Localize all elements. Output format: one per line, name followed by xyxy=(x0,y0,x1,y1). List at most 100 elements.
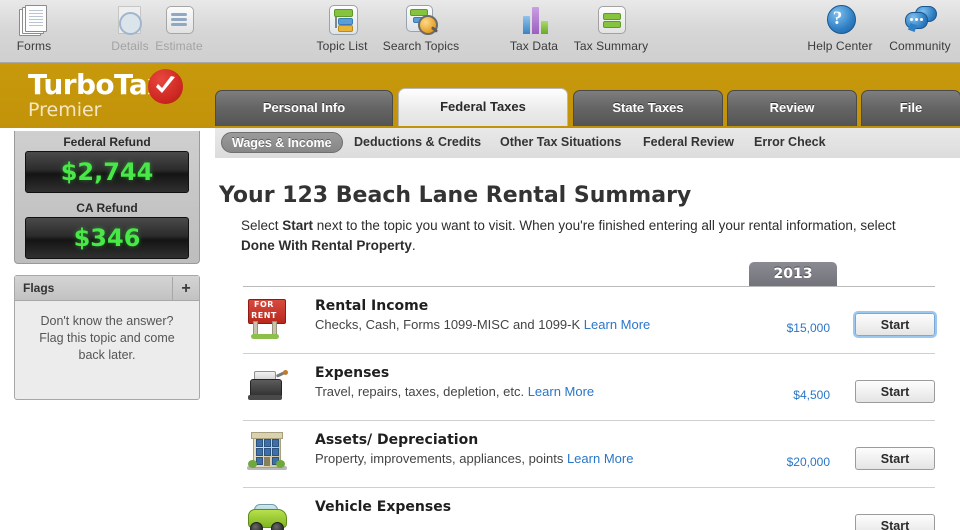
flags-title: Flags xyxy=(23,281,55,295)
start-button[interactable]: Start xyxy=(855,514,935,530)
intro-part-2: next to the topic you want to visit. Whe… xyxy=(313,218,896,233)
subtab-wages-income[interactable]: Wages & Income xyxy=(221,132,343,153)
row-description: Travel, repairs, taxes, depletion, etc. … xyxy=(315,384,785,399)
learn-more-link[interactable]: Learn More xyxy=(528,384,594,399)
row-title: Vehicle Expenses xyxy=(315,499,452,515)
top-toolbar: Forms Details Estimate Topic List Search… xyxy=(0,0,960,63)
intro-part-3: . xyxy=(411,238,416,253)
subtab-label: Wages & Income xyxy=(232,136,332,150)
tab-personal-info[interactable]: Personal Info xyxy=(215,90,393,126)
main-content: Your 123 Beach Lane Rental Summary Selec… xyxy=(215,158,960,530)
row-text: Assets/ Depreciation Property, improveme… xyxy=(315,432,785,466)
community-icon xyxy=(903,4,937,36)
intro-part-1: Select xyxy=(241,218,283,233)
row-description-text: Checks, Cash, Forms 1099-MISC and 1099-K xyxy=(315,317,581,332)
table-row[interactable]: Assets/ Depreciation Property, improveme… xyxy=(243,420,935,487)
start-button[interactable]: Start xyxy=(855,313,935,336)
tax-summary-icon xyxy=(594,4,628,36)
for-rent-sign-icon: FOR RENT xyxy=(245,298,289,340)
row-amount: $20,000 xyxy=(786,455,830,469)
learn-more-link[interactable]: Learn More xyxy=(584,317,650,332)
subtab-federal-review[interactable]: Federal Review xyxy=(633,132,744,153)
state-refund-amount: $346 xyxy=(25,217,189,259)
brand-band: TurboTax. Premier Personal Info Federal … xyxy=(0,63,960,128)
toolbar-button-forms[interactable]: Forms xyxy=(0,4,82,53)
subtab-label: Error Check xyxy=(754,135,826,149)
page-title: Your 123 Beach Lane Rental Summary xyxy=(219,183,692,208)
federal-refund-amount: $2,744 xyxy=(25,151,189,193)
toolbar-label-search-topics: Search Topics xyxy=(382,39,460,53)
row-text: Vehicle Expenses xyxy=(315,499,785,515)
row-title: Expenses xyxy=(315,365,390,381)
table-row[interactable]: FOR RENT Rental Income Checks, Cash, Form… xyxy=(243,286,935,353)
start-button[interactable]: Start xyxy=(855,380,935,403)
intro-bold-start: Start xyxy=(282,218,314,233)
tax-data-icon xyxy=(517,4,551,36)
forms-icon xyxy=(17,4,51,36)
subtab-label: Other Tax Situations xyxy=(500,135,622,149)
toolbar-button-search-topics[interactable]: Search Topics xyxy=(373,4,469,53)
search-topics-icon xyxy=(404,4,439,36)
federal-refund-label: Federal Refund xyxy=(63,135,151,149)
toolbar-label-tax-summary: Tax Summary xyxy=(573,39,649,53)
turbotax-window: Forms Details Estimate Topic List Search… xyxy=(0,0,960,530)
intro-text: Select Start next to the topic you want … xyxy=(241,216,901,256)
tab-review[interactable]: Review xyxy=(727,90,857,126)
toolbar-label-community: Community xyxy=(889,39,951,53)
row-title: Assets/ Depreciation xyxy=(315,432,479,448)
left-sidebar: Federal Refund $2,744 CA Refund $346 Fla… xyxy=(0,128,215,530)
state-refund-label: CA Refund xyxy=(76,201,138,215)
topic-list-icon xyxy=(325,4,359,36)
tab-state-taxes[interactable]: State Taxes xyxy=(573,90,723,126)
subtab-error-check[interactable]: Error Check xyxy=(744,132,836,153)
toolbar-button-community[interactable]: Community xyxy=(872,4,960,53)
toolbar-label-help-center: Help Center xyxy=(807,39,873,53)
table-row[interactable]: Vehicle Expenses Start xyxy=(243,487,935,530)
learn-more-link[interactable]: Learn More xyxy=(567,451,633,466)
subtab-label: Deductions & Credits xyxy=(354,135,482,149)
flags-empty-message: Don't know the answer? Flag this topic a… xyxy=(39,314,175,362)
subtab-label: Federal Review xyxy=(643,135,735,149)
estimate-icon xyxy=(162,4,196,36)
row-title: Rental Income xyxy=(315,298,429,314)
toolbar-label-forms: Forms xyxy=(16,39,52,53)
tab-label: Federal Taxes xyxy=(440,99,526,114)
help-center-icon: ? xyxy=(823,4,857,36)
toolbar-label-tax-data: Tax Data xyxy=(509,39,559,53)
row-text: Expenses Travel, repairs, taxes, depleti… xyxy=(315,365,785,399)
row-amount: $4,500 xyxy=(793,388,830,402)
intro-bold-done: Done With Rental Property xyxy=(241,238,412,253)
subtab-other-tax-situations[interactable]: Other Tax Situations xyxy=(490,132,631,153)
brand-name: TurboTax xyxy=(28,68,165,101)
refund-panel: Federal Refund $2,744 CA Refund $346 xyxy=(14,131,200,264)
year-column-header: 2013 xyxy=(749,262,837,286)
toolbar-button-estimate[interactable]: Estimate xyxy=(131,4,227,53)
tab-federal-taxes[interactable]: Federal Taxes xyxy=(398,88,568,126)
building-icon xyxy=(245,432,289,474)
tab-file[interactable]: File xyxy=(861,90,960,126)
tab-label: Review xyxy=(769,100,815,115)
start-button[interactable]: Start xyxy=(855,447,935,470)
tab-label: File xyxy=(899,100,923,115)
add-flag-button[interactable]: + xyxy=(172,276,199,300)
row-amount: $15,000 xyxy=(786,321,830,335)
subtab-deductions-credits[interactable]: Deductions & Credits xyxy=(344,132,491,153)
toolbar-button-tax-summary[interactable]: Tax Summary xyxy=(563,4,659,53)
rental-topic-list: FOR RENT Rental Income Checks, Cash, Form… xyxy=(243,286,935,530)
cash-register-icon xyxy=(245,365,289,407)
checkmark-icon xyxy=(148,69,183,104)
brand-edition: Premier xyxy=(28,99,102,121)
row-description: Checks, Cash, Forms 1099-MISC and 1099-K… xyxy=(315,317,785,332)
row-text: Rental Income Checks, Cash, Forms 1099-M… xyxy=(315,298,785,332)
tab-label: Personal Info xyxy=(262,100,346,115)
table-row[interactable]: Expenses Travel, repairs, taxes, depleti… xyxy=(243,353,935,420)
toolbar-label-topic-list: Topic List xyxy=(316,39,368,53)
row-description-text: Travel, repairs, taxes, depletion, etc. xyxy=(315,384,525,399)
flags-panel: Flags + Don't know the answer? Flag this… xyxy=(14,275,200,400)
toolbar-label-estimate: Estimate xyxy=(155,39,203,53)
row-description: Property, improvements, appliances, poin… xyxy=(315,451,785,466)
turbotax-logo: TurboTax. Premier xyxy=(28,68,171,121)
tab-label: State Taxes xyxy=(612,100,684,115)
flags-header: Flags + xyxy=(15,276,199,301)
green-car-icon xyxy=(245,499,289,530)
